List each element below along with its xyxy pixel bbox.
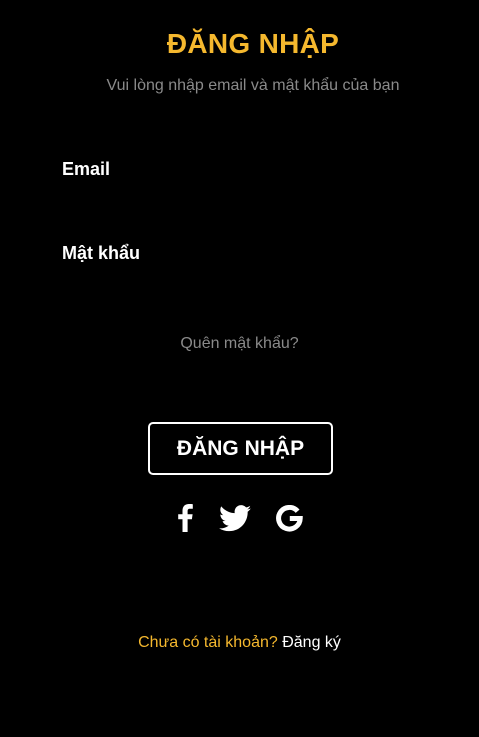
facebook-icon [178,504,193,532]
signup-prompt: Chưa có tài khoản? [138,634,278,651]
signup-link[interactable]: Đăng ký [282,634,341,651]
password-label: Mật khẩu [62,243,141,263]
facebook-login-button[interactable] [176,503,196,533]
google-icon [275,504,303,532]
page-subtitle: Vui lòng nhập email và mật khẩu của bạn [106,77,400,94]
forgot-password-link[interactable]: Quên mật khẩu? [0,335,479,353]
page-title: ĐĂNG NHẬP [166,28,340,59]
signup-line: Chưa có tài khoản? Đăng ký [0,634,479,652]
twitter-icon [219,504,251,531]
email-field[interactable] [62,186,418,212]
google-login-button[interactable] [275,503,303,533]
email-label: Email [62,159,111,179]
twitter-login-button[interactable] [219,503,251,533]
login-button[interactable]: ĐĂNG NHẬP [148,422,333,475]
password-field[interactable] [62,270,418,296]
